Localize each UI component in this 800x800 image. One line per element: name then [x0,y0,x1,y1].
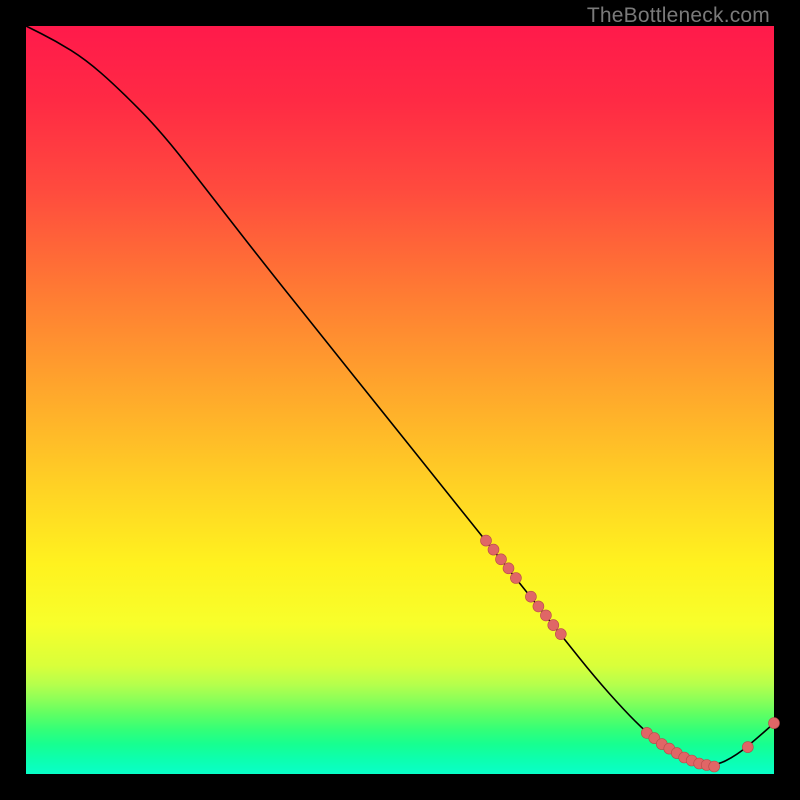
bottleneck-curve [26,26,774,765]
marker-dot [709,761,720,772]
curve-svg [26,26,774,774]
marker-dot [555,629,566,640]
marker-dot [496,554,507,565]
marker-dot [503,563,514,574]
marker-dot [540,610,551,621]
marker-dots [481,535,780,772]
plot-area [26,26,774,774]
watermark-text: TheBottleneck.com [587,4,770,28]
marker-dot [488,544,499,555]
marker-dot [510,573,521,584]
marker-dot [525,591,536,602]
marker-dot [769,718,780,729]
marker-dot [548,620,559,631]
chart-frame: TheBottleneck.com [0,0,800,800]
marker-dot [481,535,492,546]
marker-dot [742,742,753,753]
marker-dot [533,601,544,612]
